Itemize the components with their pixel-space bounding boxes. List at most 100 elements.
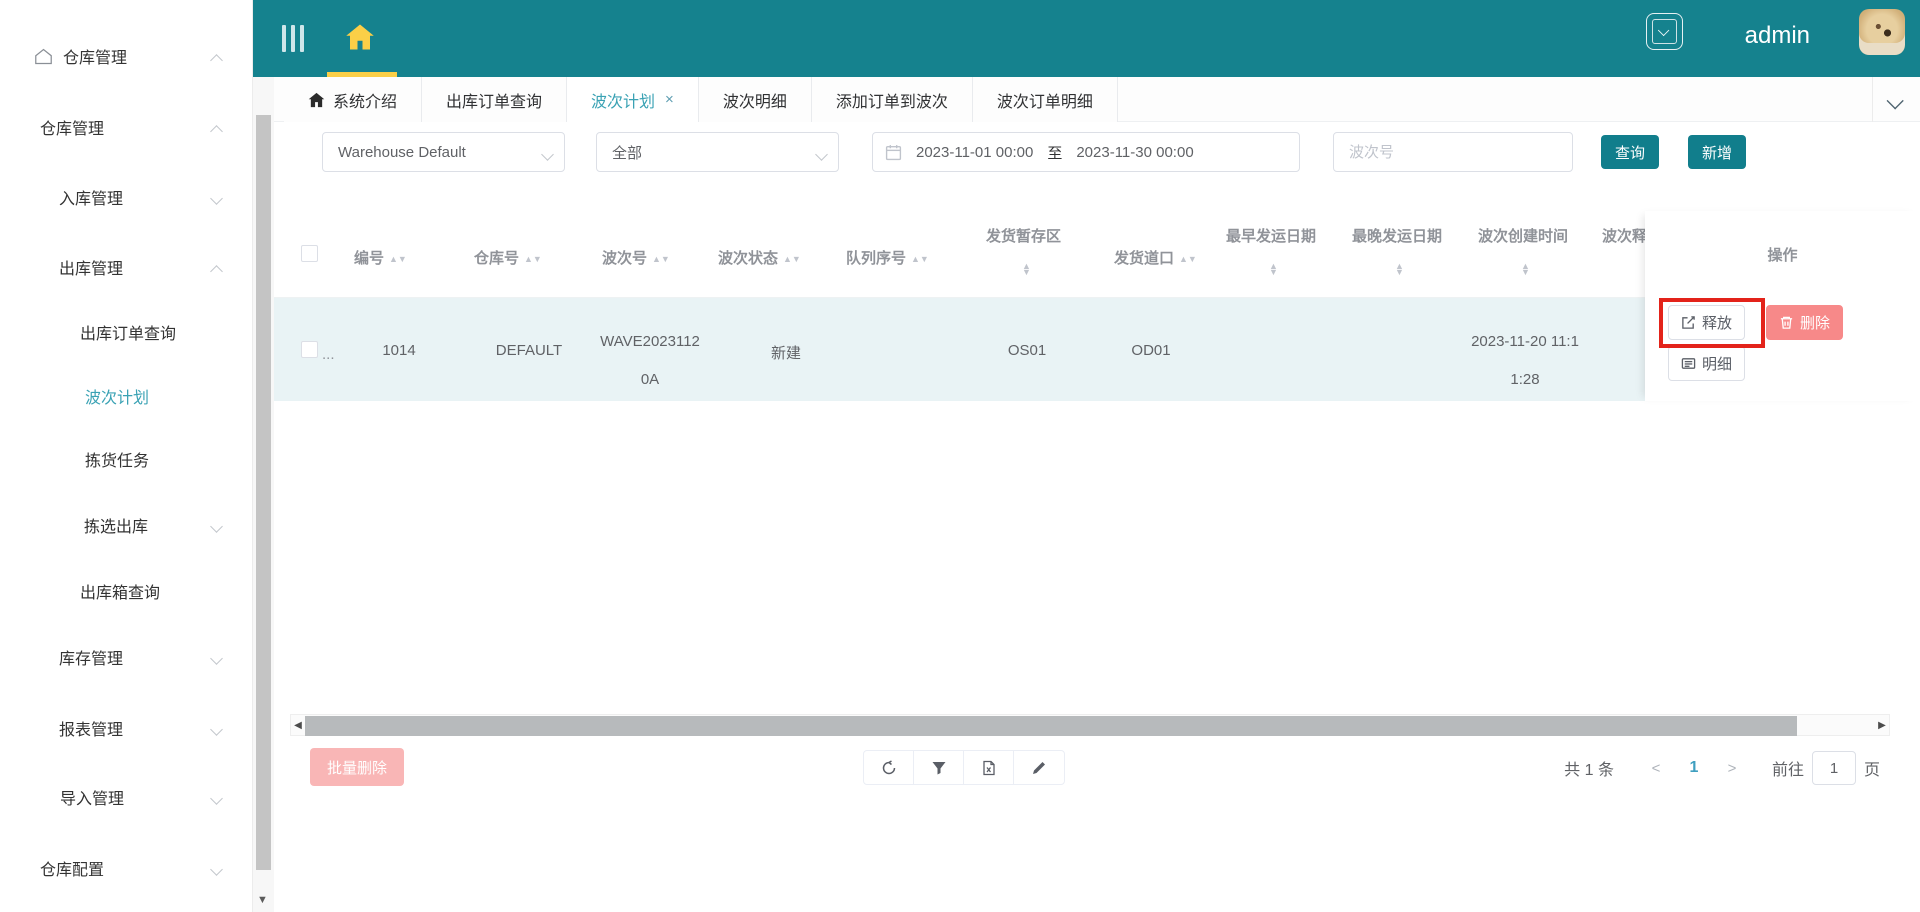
tab-label: 波次订单明细 bbox=[996, 93, 1093, 111]
tab-wave-detail[interactable]: 波次明细 bbox=[698, 77, 812, 122]
horizontal-scrollbar-thumb[interactable] bbox=[305, 716, 1797, 736]
tab-label: 波次计划 bbox=[591, 93, 656, 111]
sidebar-item-import-mgmt[interactable]: 导入管理 bbox=[60, 784, 124, 810]
next-page-button[interactable]: > bbox=[1714, 760, 1750, 777]
refresh-button[interactable] bbox=[864, 751, 914, 784]
sort-icons[interactable]: ▲▼ bbox=[1179, 255, 1197, 264]
sidebar-item-label: 报表管理 bbox=[59, 722, 124, 739]
tab-wave-order-detail[interactable]: 波次订单明细 bbox=[972, 77, 1118, 122]
cell-created-at: 2023-11-20 11:11:28 bbox=[1471, 333, 1579, 388]
sidebar-item-label: 仓库配置 bbox=[40, 862, 105, 879]
date-to-value[interactable]: 2023-11-30 00:00 bbox=[1076, 144, 1193, 161]
tab-overflow-button[interactable] bbox=[1872, 77, 1920, 122]
home-icon bbox=[346, 24, 374, 50]
prev-page-button[interactable]: < bbox=[1638, 760, 1674, 777]
select-all-checkbox[interactable] bbox=[301, 245, 318, 262]
warehouse-select[interactable]: Warehouse Default bbox=[322, 132, 565, 172]
pagination: 共 1 条 < 1 > 前往 页 bbox=[1564, 750, 1880, 786]
tab-wave-plan[interactable]: 波次计划 × bbox=[567, 77, 699, 122]
sort-icons[interactable]: ▲▼ bbox=[652, 255, 670, 264]
avatar[interactable] bbox=[1859, 9, 1905, 55]
sort-icons[interactable]: ▲▼ bbox=[911, 255, 929, 264]
col-earliest-ship-date[interactable]: 最早发运日期 bbox=[1226, 225, 1316, 246]
home-outline-icon bbox=[35, 48, 52, 64]
row-checkbox[interactable] bbox=[301, 341, 318, 358]
sidebar-item-inbound-mgmt[interactable]: 入库管理 bbox=[59, 184, 123, 210]
col-latest-ship-date[interactable]: 最晚发运日期 bbox=[1352, 225, 1442, 246]
chevron-down-icon bbox=[212, 723, 223, 734]
query-button[interactable]: 查询 bbox=[1601, 135, 1660, 169]
active-nav-underline bbox=[327, 72, 397, 77]
sidebar-item-picking-task[interactable]: 拣货任务 bbox=[85, 446, 149, 472]
sidebar-item-report-mgmt[interactable]: 报表管理 bbox=[59, 715, 123, 741]
col-queue-seq[interactable]: 队列序号 ▲▼ bbox=[846, 247, 929, 268]
col-wave-release[interactable]: 波次释 bbox=[1602, 225, 1647, 246]
sidebar-item-warehouse-mgmt[interactable]: 仓库管理 bbox=[40, 114, 104, 140]
scroll-right-arrow-icon[interactable]: ▶ bbox=[1875, 720, 1889, 731]
tab-label: 添加订单到波次 bbox=[835, 93, 948, 111]
col-id[interactable]: 编号 ▲▼ bbox=[354, 247, 407, 268]
menu-toggle-button[interactable] bbox=[282, 25, 306, 52]
row-ellipsis: ... bbox=[322, 346, 335, 363]
tab-add-order-to-wave[interactable]: 添加订单到波次 bbox=[811, 77, 973, 122]
date-from-value[interactable]: 2023-11-01 00:00 bbox=[916, 144, 1033, 161]
batch-delete-button[interactable]: 批量删除 bbox=[310, 748, 405, 786]
horizontal-scrollbar[interactable]: ◀ ▶ bbox=[290, 714, 1890, 736]
sort-icons[interactable]: ▲▼ bbox=[1521, 262, 1530, 277]
sort-icons[interactable]: ▲▼ bbox=[1269, 262, 1278, 277]
sidebar-item-warehouse-root[interactable]: 仓库管理 bbox=[34, 43, 127, 69]
tab-outbound-order-query[interactable]: 出库订单查询 bbox=[422, 77, 568, 122]
vertical-scrollbar-thumb[interactable] bbox=[256, 115, 271, 870]
vertical-scrollbar[interactable]: ▼ bbox=[253, 77, 274, 912]
sidebar-item-outbound-order-query[interactable]: 出库订单查询 bbox=[80, 319, 176, 345]
export-excel-button[interactable] bbox=[964, 751, 1014, 784]
add-button[interactable]: 新增 bbox=[1688, 135, 1747, 169]
edit-square-icon bbox=[1682, 316, 1695, 329]
col-wave-no[interactable]: 波次号 ▲▼ bbox=[602, 247, 670, 268]
total-count-label: 共 1 条 bbox=[1564, 762, 1614, 779]
sort-icons[interactable]: ▲▼ bbox=[783, 255, 801, 264]
language-dropdown-button[interactable] bbox=[1646, 13, 1683, 50]
current-page-button[interactable]: 1 bbox=[1674, 759, 1714, 777]
chevron-up-icon bbox=[212, 122, 223, 133]
sidebar-item-warehouse-config[interactable]: 仓库配置 bbox=[40, 855, 104, 881]
cell-staging-area: OS01 bbox=[1007, 342, 1047, 359]
delete-button[interactable]: 删除 bbox=[1766, 305, 1844, 340]
chevron-down-icon bbox=[1660, 25, 1670, 35]
goto-page-input[interactable] bbox=[1811, 751, 1856, 785]
sort-icons[interactable]: ▲▼ bbox=[1022, 262, 1031, 277]
sort-icons[interactable]: ▲▼ bbox=[389, 255, 407, 264]
sort-icons[interactable]: ▲▼ bbox=[524, 255, 542, 264]
col-wave-created-at[interactable]: 波次创建时间 bbox=[1478, 225, 1568, 246]
sidebar-item-outbound-mgmt[interactable]: 出库管理 bbox=[59, 254, 123, 280]
sidebar-item-wave-plan[interactable]: 波次计划 bbox=[85, 383, 149, 409]
chevron-down-icon bbox=[212, 792, 223, 803]
close-icon[interactable]: × bbox=[665, 91, 674, 108]
scroll-left-arrow-icon[interactable]: ◀ bbox=[291, 720, 305, 731]
date-range-picker[interactable]: 2023-11-01 00:00 至 2023-11-30 00:00 bbox=[872, 132, 1300, 172]
username-label[interactable]: admin bbox=[1745, 22, 1810, 50]
warehouse-select-value: Warehouse Default bbox=[338, 143, 466, 161]
sidebar-item-inventory-mgmt[interactable]: 库存管理 bbox=[59, 644, 123, 670]
detail-button[interactable]: 明细 bbox=[1668, 346, 1746, 381]
sidebar-item-pick-outbound[interactable]: 拣选出库 bbox=[84, 512, 148, 538]
col-dock[interactable]: 发货道口 ▲▼ bbox=[1114, 247, 1197, 268]
edit-columns-button[interactable] bbox=[1014, 751, 1064, 784]
wave-no-field bbox=[1333, 132, 1573, 172]
scroll-down-arrow-icon[interactable]: ▼ bbox=[257, 894, 268, 906]
table-footer: 批量删除 共 1 条 < 1 > 前往 页 bbox=[274, 736, 1920, 806]
status-select[interactable]: 全部 bbox=[596, 132, 839, 172]
sort-icons[interactable]: ▲▼ bbox=[1395, 262, 1404, 277]
wave-no-input[interactable] bbox=[1349, 143, 1557, 161]
tab-label: 出库订单查询 bbox=[446, 93, 543, 111]
filter-button[interactable] bbox=[914, 751, 964, 784]
home-button[interactable] bbox=[345, 22, 377, 54]
col-wave-status[interactable]: 波次状态 ▲▼ bbox=[718, 247, 801, 268]
release-button[interactable]: 释放 bbox=[1668, 305, 1746, 340]
chevron-down-icon bbox=[212, 192, 223, 203]
tab-system-intro[interactable]: 系统介绍 bbox=[284, 77, 423, 122]
chevron-up-icon bbox=[212, 51, 223, 62]
col-staging-area[interactable]: 发货暂存区 bbox=[986, 225, 1061, 246]
sidebar-item-outbound-box-query[interactable]: 出库箱查询 bbox=[80, 578, 160, 604]
col-warehouse[interactable]: 仓库号 ▲▼ bbox=[474, 247, 542, 268]
